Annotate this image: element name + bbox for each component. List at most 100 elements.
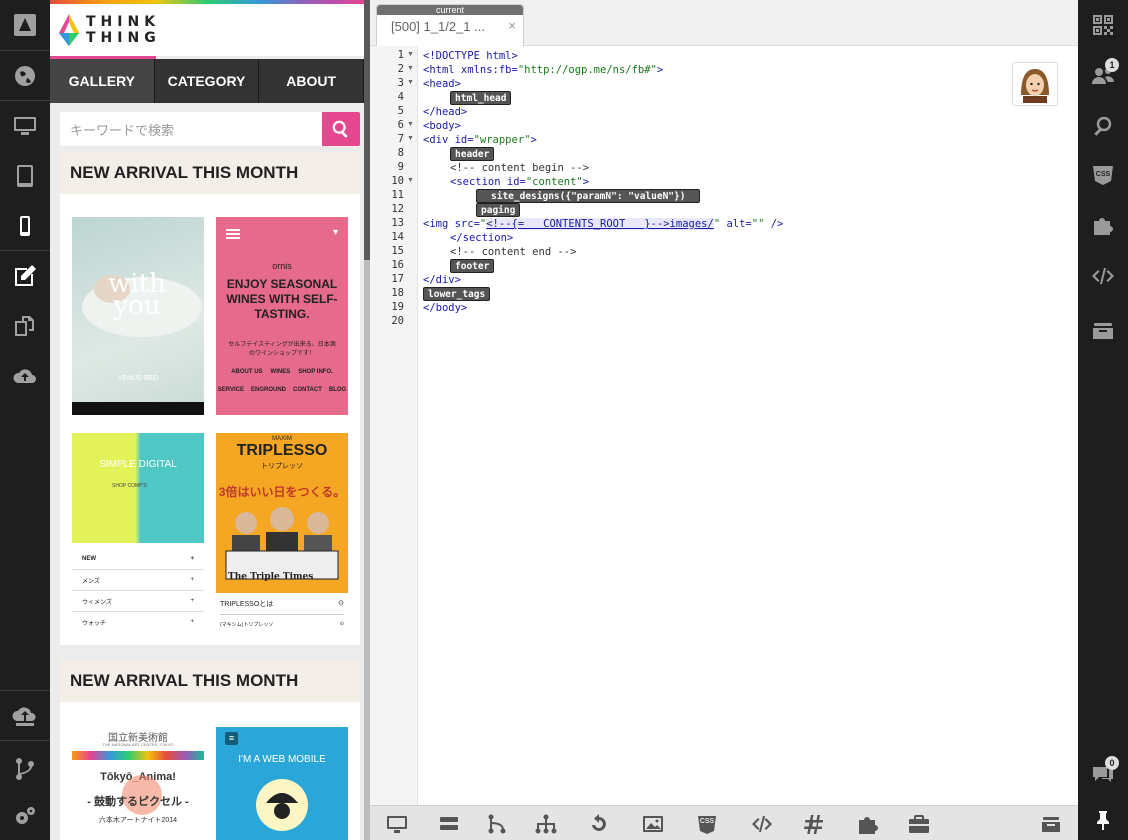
search-icon [332, 120, 348, 138]
sitemap-button[interactable] [533, 811, 559, 837]
plugins-button[interactable] [1078, 200, 1128, 250]
tokyo-sub: - 鼓動するピクセル - [87, 796, 189, 808]
tablet-view-button[interactable] [0, 151, 50, 201]
cloud-upload-icon [13, 369, 36, 383]
fold-toggle-icon[interactable]: ▼ [407, 65, 414, 72]
edit-button[interactable] [0, 251, 50, 301]
simple-title: SIMPLE DIGITAL [99, 459, 177, 470]
site-search-button[interactable] [322, 112, 360, 146]
archive-box-button[interactable] [1078, 306, 1128, 356]
pin-button[interactable] [1078, 795, 1128, 840]
site-search-input[interactable]: キーワードで検索 [60, 112, 322, 146]
desktop-preview-button[interactable] [384, 811, 410, 837]
simple-menu-item: ウィメンズ + [72, 591, 204, 612]
fold-toggle-icon[interactable]: ▼ [407, 121, 414, 128]
cloud-publish-icon [12, 707, 36, 726]
line-number: 15 [391, 245, 404, 257]
history-button[interactable] [586, 811, 612, 837]
css-button[interactable]: CSS [694, 811, 720, 837]
code-icon [752, 816, 772, 832]
css-editor-button[interactable]: CSS [1078, 150, 1128, 200]
git-branch-button[interactable] [0, 744, 50, 794]
html-code-button[interactable] [749, 811, 775, 837]
editor-bottom-toolbar: CSS [370, 805, 1078, 840]
code-line: <html xmlns:fb="http://ogp.me/ns/fb#"> [423, 64, 664, 76]
toolbox-button[interactable] [906, 811, 932, 837]
gallery-thumb-ornis[interactable]: ▾ ornis ENJOY SEASONAL WINES WITH SELF-T… [216, 217, 348, 415]
nav-gallery[interactable]: GALLERY [50, 59, 155, 103]
qr-code-icon [1093, 15, 1113, 35]
fold-toggle-icon[interactable]: ▼ [407, 135, 414, 142]
comments-button[interactable]: 0 [1078, 748, 1128, 798]
line-number: 8 [397, 147, 404, 159]
simple-menu: NEW + メンズ + ウィメンズ + ウォッチ + [72, 549, 204, 631]
line-number: 5 [397, 105, 404, 117]
hamburger-icon [226, 229, 240, 231]
nav-category[interactable]: CATEGORY [155, 59, 260, 103]
line-number: 10 [391, 175, 404, 187]
code-line: lower_tags [423, 287, 491, 301]
gallery-thumb-venus-bed[interactable]: with you VENUS BED [72, 217, 204, 415]
sitemap-icon [535, 814, 557, 834]
header-block[interactable]: header [450, 147, 495, 161]
code-line: </head> [423, 106, 468, 118]
qr-code-button[interactable] [1078, 0, 1128, 50]
settings-button[interactable] [0, 792, 50, 840]
footer-block[interactable]: footer [450, 259, 495, 273]
site-logo-text[interactable]: THINK THING [86, 14, 161, 46]
triplesso-item: (マキシム)トリプレッソ ⊙ [220, 621, 344, 628]
web-mobile-title: I'M A WEB MOBILE [238, 754, 326, 765]
smartphone-icon [20, 216, 30, 236]
code-line: </body> [423, 302, 468, 314]
users-button[interactable]: 1 [1078, 50, 1128, 100]
search-icon [1094, 116, 1112, 136]
hashtag-button[interactable] [802, 811, 828, 837]
layout-button[interactable] [436, 811, 462, 837]
home-logo-button[interactable] [0, 0, 50, 50]
html-head-block[interactable]: html_head [450, 91, 512, 105]
simple-button: SHOP COMP'S [112, 483, 147, 489]
current-tab-label: current [377, 5, 523, 15]
cloud-upload-button[interactable] [0, 351, 50, 401]
image-button[interactable] [640, 811, 666, 837]
publish-button[interactable] [0, 691, 50, 741]
source-code-button[interactable] [1078, 251, 1128, 301]
triplesso-paper: The Triple Times [228, 572, 314, 582]
ornis-links-2: SERVICE ENGROUND CONTACT BLOG [216, 387, 348, 393]
close-tab-icon[interactable]: × [508, 18, 516, 33]
gallery-thumb-web-mobile[interactable]: ≡ I'M A WEB MOBILE [216, 727, 348, 840]
new-arrival-section: NEW ARRIVAL THIS MONTH with you VENUS BE… [60, 152, 360, 645]
code-line: <img src="<!--{= CONTENTS_ROOT }-->image… [423, 218, 784, 230]
branch-tree-button[interactable] [484, 811, 510, 837]
copy-button[interactable] [0, 301, 50, 351]
search-button[interactable] [1078, 101, 1128, 151]
site-designs-block[interactable]: site_designs({"paramN": "valueN"}) [476, 189, 701, 203]
lower-tags-block[interactable]: lower_tags [423, 287, 491, 301]
line-number: 11 [391, 189, 404, 201]
globe-button[interactable] [0, 51, 50, 101]
paging-block[interactable]: paging [476, 203, 521, 217]
gallery-thumb-triplesso[interactable]: MAXIM TRIPLESSO トリプレッソ 3倍はいい日をつくる。 The T… [216, 433, 348, 631]
fold-toggle-icon[interactable]: ▼ [407, 51, 414, 58]
fold-toggle-icon[interactable]: ▼ [407, 79, 414, 86]
users-count-badge: 1 [1105, 58, 1119, 72]
desktop-view-button[interactable] [0, 101, 50, 151]
gallery-thumb-tokyo-anima[interactable]: 国立新美術館 THE NATIONAL ART CENTER, TOKYO Tō… [72, 727, 204, 840]
code-line: <!DOCTYPE html> [423, 50, 518, 62]
hash-icon [804, 815, 823, 834]
monitor-icon [387, 816, 407, 833]
gear-icon [16, 807, 35, 824]
gallery-thumb-simple-digital[interactable]: SIMPLE DIGITAL SHOP COMP'S NEW + メンズ + ウィメ… [72, 433, 204, 631]
user-avatar[interactable] [1012, 62, 1058, 106]
plugin-button[interactable] [854, 811, 880, 837]
mobile-view-button[interactable] [0, 201, 50, 251]
archive-button[interactable] [1038, 811, 1064, 837]
simple-menu-item: NEW + [72, 549, 204, 570]
file-tab[interactable]: current [500] 1_1/2_1 ... × [376, 4, 524, 46]
puzzle-icon [1094, 218, 1113, 235]
line-number: 4 [397, 91, 404, 103]
venus-caption: VENUS BED [117, 375, 159, 382]
fold-toggle-icon[interactable]: ▼ [407, 177, 414, 184]
nav-about[interactable]: ABOUT [259, 59, 364, 103]
ornis-links: ABOUT US WINES SHOP INFO. [216, 369, 348, 375]
